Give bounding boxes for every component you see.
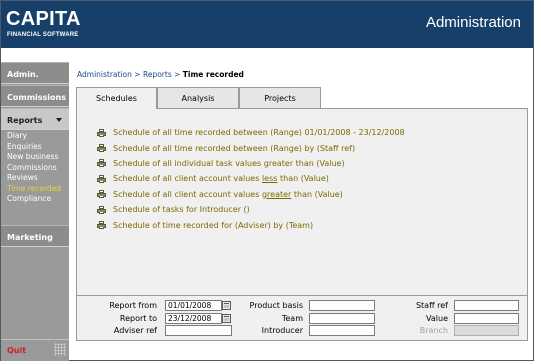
chevron-down-icon: [56, 118, 62, 122]
value-field[interactable]: [454, 313, 519, 324]
team-field[interactable]: [309, 313, 375, 324]
product-basis-field[interactable]: [309, 300, 375, 311]
report-label: Schedule of all client account values gr…: [113, 190, 343, 199]
sidebar-section-label: Commissions: [7, 93, 66, 102]
capita-logo: CAPITA: [6, 8, 81, 30]
staff-ref-field[interactable]: [454, 300, 519, 311]
breadcrumb-reports[interactable]: Reports: [143, 70, 172, 79]
sidebar-item-new-business[interactable]: New business: [1, 152, 69, 163]
report-from-field[interactable]: [165, 300, 222, 311]
printer-icon: [97, 221, 106, 230]
sidebar-section-label: Admin.: [7, 70, 39, 79]
report-link[interactable]: Schedule of tasks for Introducer (): [97, 202, 405, 217]
staff-ref-label: Staff ref: [415, 301, 448, 310]
report-to-label: Report to: [119, 314, 157, 323]
report-label: Schedule of all time recorded between (R…: [113, 143, 356, 153]
report-label: Schedule of all client account values le…: [113, 174, 329, 183]
report-link[interactable]: Schedule of all client account values gr…: [97, 187, 405, 202]
report-link[interactable]: Schedule of all time recorded between (R…: [97, 140, 405, 155]
branch-label: Branch: [419, 326, 448, 335]
sidebar-item-compliance[interactable]: Compliance: [1, 194, 69, 205]
breadcrumb-separator: >: [131, 70, 143, 79]
breadcrumb-administration[interactable]: Administration: [77, 70, 132, 79]
sidebar-item-time-recorded[interactable]: Time recorded: [1, 184, 69, 195]
report-label: Schedule of all time recorded between (R…: [113, 128, 405, 138]
sidebar-item-reviews[interactable]: Reviews: [1, 173, 69, 184]
sidebar-section-reports[interactable]: Reports: [1, 108, 69, 130]
report-label-emphasis: less: [261, 174, 278, 184]
value-label: Value: [426, 314, 448, 323]
printer-icon: [97, 190, 106, 199]
logo-subtitle: FINANCIAL SOFTWARE: [7, 32, 79, 38]
sidebar-section-admin[interactable]: Admin.: [1, 62, 69, 84]
breadcrumb-current: Time recorded: [182, 70, 244, 79]
sidebar-item-diary[interactable]: Diary: [1, 131, 69, 142]
page-title: Administration: [425, 14, 521, 31]
quit-button[interactable]: Quit: [1, 339, 69, 361]
app-header: CAPITA FINANCIAL SOFTWARE Administration: [1, 1, 533, 48]
calendar-icon[interactable]: [222, 314, 231, 323]
tab-schedules[interactable]: Schedules: [76, 87, 157, 109]
report-link[interactable]: Schedule of all individual task values g…: [97, 156, 405, 171]
breadcrumb-separator: >: [171, 70, 183, 79]
sidebar-section-commissions[interactable]: Commissions: [1, 85, 69, 107]
report-label-part: Schedule of all client account values: [113, 189, 262, 199]
filter-panel: Report from Report to Adviser ref Produc…: [76, 295, 528, 341]
tab-projects[interactable]: Projects: [239, 87, 321, 108]
report-list: Schedule of all time recorded between (R…: [97, 125, 405, 233]
product-basis-label: Product basis: [249, 301, 303, 310]
breadcrumb: Administration > Reports > Time recorded: [77, 70, 244, 79]
resize-grip-icon[interactable]: [54, 343, 66, 356]
report-label-part: than (Value): [277, 174, 329, 184]
report-label: Schedule of all individual task values g…: [113, 158, 345, 168]
printer-icon: [97, 205, 106, 214]
report-label: Schedule of time recorded for (Adviser) …: [113, 220, 314, 230]
report-from-label: Report from: [109, 301, 157, 310]
printer-icon: [97, 159, 106, 168]
reports-submenu: Diary Enquiries New business Commissions…: [1, 131, 69, 205]
report-link[interactable]: Schedule of all time recorded between (R…: [97, 125, 405, 140]
introducer-field[interactable]: [309, 325, 375, 336]
sidebar-item-enquiries[interactable]: Enquiries: [1, 142, 69, 153]
report-link[interactable]: Schedule of time recorded for (Adviser) …: [97, 217, 405, 232]
sidebar-section-label: Reports: [7, 116, 43, 125]
quit-label: Quit: [7, 346, 27, 355]
tab-analysis[interactable]: Analysis: [157, 87, 239, 108]
report-label-emphasis: greater: [261, 189, 292, 199]
printer-icon: [97, 128, 106, 137]
report-to-field[interactable]: [165, 313, 222, 324]
adviser-ref-field[interactable]: [165, 325, 232, 336]
branch-field: [454, 325, 519, 336]
report-link[interactable]: Schedule of all client account values le…: [97, 171, 405, 186]
app-window: CAPITA FINANCIAL SOFTWARE Administration…: [0, 0, 534, 361]
adviser-ref-label: Adviser ref: [113, 326, 157, 335]
printer-icon: [97, 174, 106, 183]
sidebar: Admin. Commissions Reports Diary Enquiri…: [1, 62, 69, 361]
report-label-part: than (Value): [291, 189, 343, 199]
introducer-label: Introducer: [261, 326, 303, 335]
calendar-icon[interactable]: [222, 301, 231, 310]
report-label: Schedule of tasks for Introducer (): [113, 205, 250, 215]
report-label-part: Schedule of all client account values: [113, 174, 262, 184]
printer-icon: [97, 144, 106, 153]
team-label: Team: [281, 314, 303, 323]
sidebar-section-marketing[interactable]: Marketing: [1, 225, 69, 247]
sidebar-item-commissions[interactable]: Commissions: [1, 163, 69, 174]
sidebar-section-label: Marketing: [7, 233, 53, 242]
